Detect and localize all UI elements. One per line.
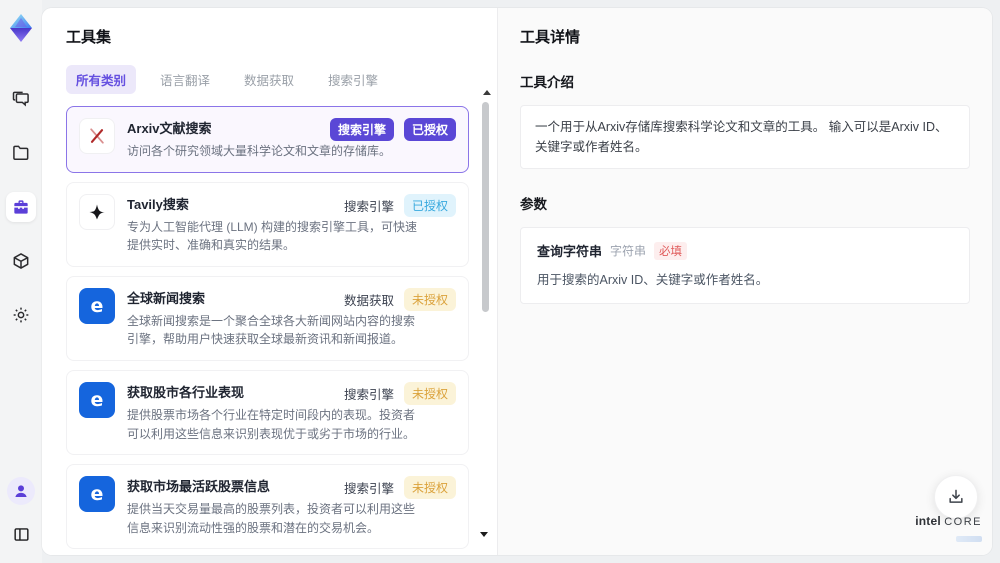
category-label: 搜索引擎 xyxy=(343,387,394,402)
tool-card-arxiv[interactable]: Arxiv文献搜索 访问各个研究领域大量科学论文和文章的存储库。 搜索引擎 已授… xyxy=(66,106,469,173)
tab-language-translation[interactable]: 语言翻译 xyxy=(150,65,220,94)
auth-status-badge: 已授权 xyxy=(403,193,456,217)
tool-list-panel: 工具集 所有类别 语言翻译 数据获取 搜索引擎 Arxiv文献搜索 访问各个研究… xyxy=(42,8,497,555)
category-label: 搜索引擎 xyxy=(343,199,394,214)
chat-icon[interactable] xyxy=(6,84,36,114)
arxiv-logo-icon xyxy=(79,118,115,154)
tool-list: Arxiv文献搜索 访问各个研究领域大量科学论文和文章的存储库。 搜索引擎 已授… xyxy=(66,106,473,555)
core-wordmark: core xyxy=(944,515,982,528)
tool-card-tavily[interactable]: Tavily搜索 专为人工智能代理 (LLM) 构建的搜索引擎工具，可快速提供实… xyxy=(66,181,469,267)
download-icon xyxy=(949,489,963,503)
param-name: 查询字符串 xyxy=(537,244,603,259)
settings-gear-icon[interactable] xyxy=(6,300,36,330)
user-avatar[interactable] xyxy=(7,477,35,505)
tool-description: 提供股票市场各个行业在特定时间段内的表现。投资者可以利用这些信息来识别表现优于或… xyxy=(127,407,416,441)
scroll-up-arrow-icon[interactable] xyxy=(483,90,491,95)
tool-description: 专为人工智能代理 (LLM) 构建的搜索引擎工具，可快速提供实时、准确和真实的结… xyxy=(127,219,418,253)
collapse-sidebar-icon[interactable] xyxy=(6,519,36,549)
intel-ultra-mark xyxy=(956,536,982,543)
auth-status-badge: 未授权 xyxy=(403,381,456,405)
sidebar xyxy=(0,0,42,563)
auth-status-badge: 未授权 xyxy=(403,476,456,500)
tool-detail-panel: 工具详情 工具介绍 一个用于从Arxiv存储库搜索科学论文和文章的工具。 输入可… xyxy=(497,8,992,555)
param-required-badge: 必填 xyxy=(654,241,688,260)
tool-card-global-news[interactable]: e 全球新闻搜索 全球新闻搜索是一个聚合全球各大新闻网站内容的搜索引擎，帮助用户… xyxy=(66,275,469,361)
list-scrollbar[interactable] xyxy=(480,88,491,545)
param-type: 字符串 xyxy=(610,244,647,258)
intel-core-logo: intel core xyxy=(915,512,982,547)
main-window: 工具集 所有类别 语言翻译 数据获取 搜索引擎 Arxiv文献搜索 访问各个研究… xyxy=(42,8,992,555)
page-title: 工具集 xyxy=(66,29,112,46)
parameter-item: 查询字符串 字符串 必填 用于搜索的Arxiv ID、关键字或作者姓名。 xyxy=(520,227,970,304)
tab-data-fetch[interactable]: 数据获取 xyxy=(234,65,304,94)
blue-e-logo-icon: e xyxy=(79,287,115,324)
category-badge: 搜索引擎 xyxy=(329,118,394,141)
tool-description: 提供当天交易量最高的股票列表，投资者可以利用这些信息来识别流动性强的股票和潜在的… xyxy=(127,502,416,535)
params-heading: 参数 xyxy=(520,197,547,212)
blue-e-logo-icon: e xyxy=(79,381,115,418)
cube-icon[interactable] xyxy=(6,246,36,276)
auth-status-badge: 已授权 xyxy=(403,118,456,141)
app-logo-icon[interactable] xyxy=(5,12,37,44)
folder-icon[interactable] xyxy=(6,138,36,168)
category-tabs: 所有类别 语言翻译 数据获取 搜索引擎 xyxy=(66,65,473,94)
param-description: 用于搜索的Arxiv ID、关键字或作者姓名。 xyxy=(537,273,769,287)
tavily-star-icon xyxy=(79,193,115,230)
tab-search-engine[interactable]: 搜索引擎 xyxy=(318,65,388,94)
category-label: 数据获取 xyxy=(343,293,394,308)
intro-text-box: 一个用于从Arxiv存储库搜索科学论文和文章的工具。 输入可以是Arxiv ID… xyxy=(520,105,970,169)
tool-card-active-stocks[interactable]: e 获取市场最活跃股票信息 提供当天交易量最高的股票列表，投资者可以利用这些信息… xyxy=(66,464,469,550)
blue-e-logo-icon: e xyxy=(79,476,115,513)
scrollbar-thumb[interactable] xyxy=(482,102,489,312)
auth-status-badge: 未授权 xyxy=(403,287,456,311)
tool-description: 全球新闻搜索是一个聚合全球各大新闻网站内容的搜索引擎，帮助用户快速获取全球最新资… xyxy=(127,313,416,347)
tool-description: 访问各个研究领域大量科学论文和文章的存储库。 xyxy=(127,144,392,158)
toolbox-icon[interactable] xyxy=(6,192,36,222)
detail-title: 工具详情 xyxy=(520,29,581,46)
tab-all-categories[interactable]: 所有类别 xyxy=(66,65,137,94)
category-label: 搜索引擎 xyxy=(343,482,394,497)
scroll-down-arrow-icon[interactable] xyxy=(480,532,488,537)
sidebar-nav xyxy=(6,84,36,330)
intel-wordmark: intel xyxy=(915,513,941,528)
intro-heading: 工具介绍 xyxy=(520,75,574,90)
tool-card-sector-performance[interactable]: e 获取股市各行业表现 提供股票市场各个行业在特定时间段内的表现。投资者可以利用… xyxy=(66,369,469,456)
